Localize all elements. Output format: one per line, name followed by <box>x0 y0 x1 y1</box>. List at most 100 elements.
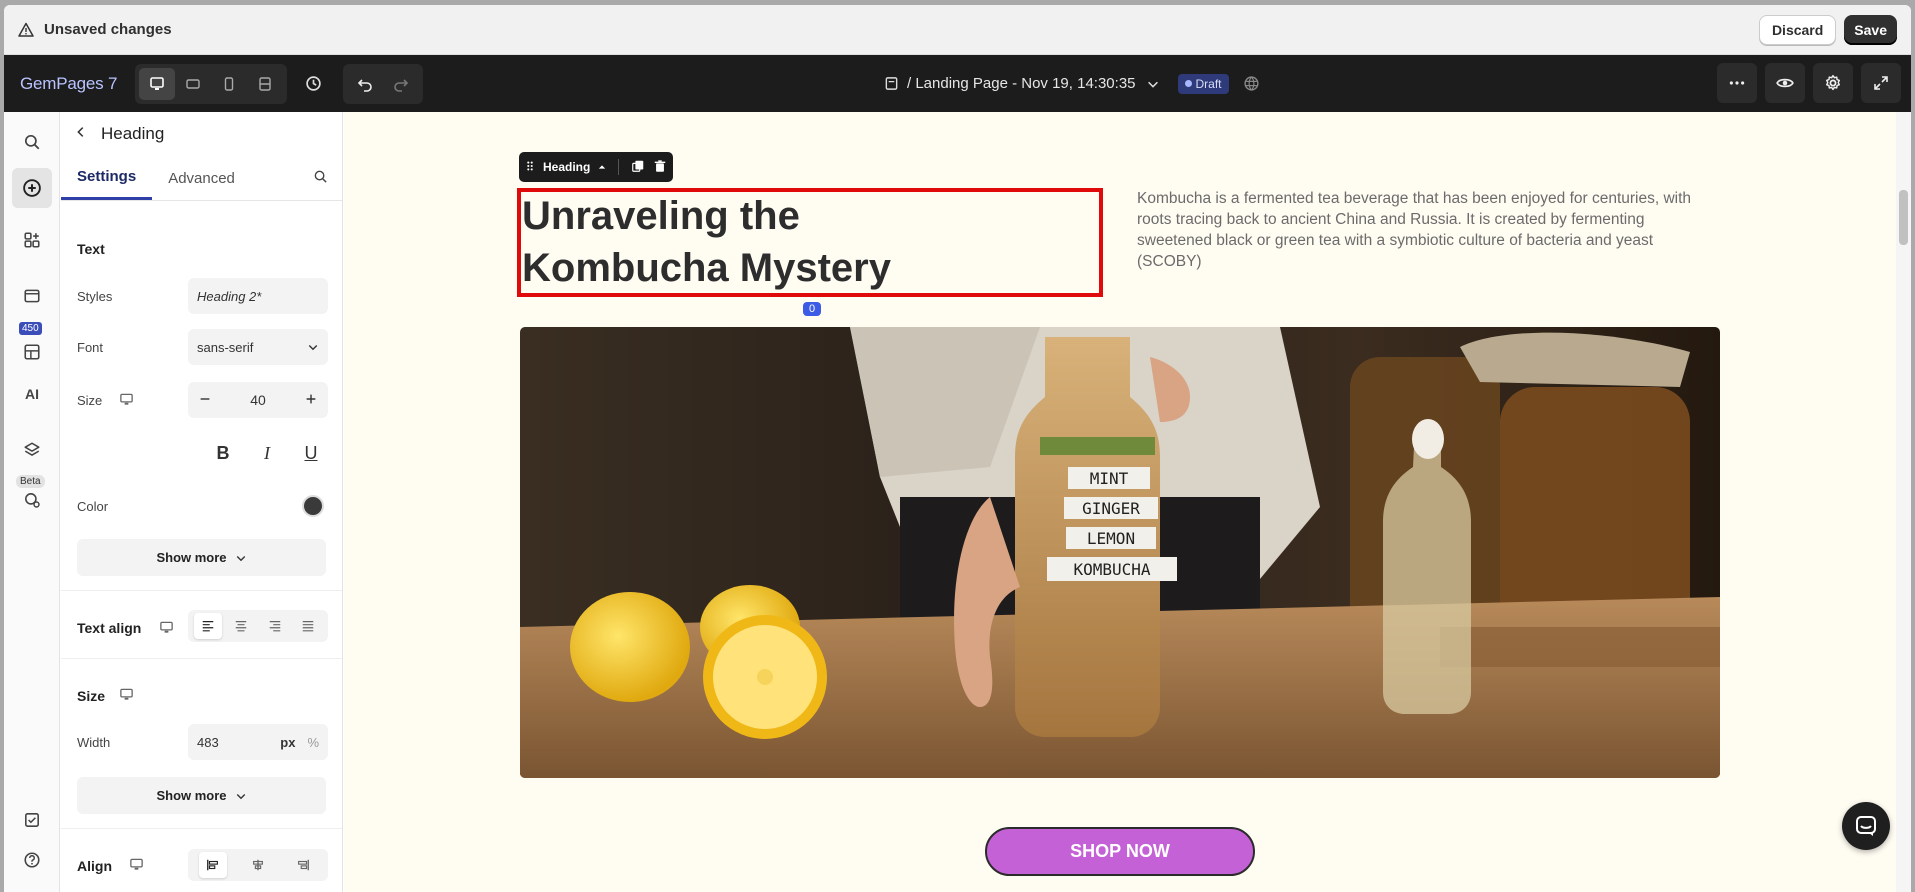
preview-eye-icon[interactable] <box>1765 63 1805 103</box>
chevron-down-icon <box>308 345 318 351</box>
page-canvas: Heading Unraveling the Kombucha Mystery … <box>344 112 1896 892</box>
save-button[interactable]: Save <box>1844 14 1897 45</box>
kombucha-hero-image[interactable]: MINT GINGER LEMON KOMBUCHA <box>520 327 1720 778</box>
chat-support-icon[interactable] <box>1842 802 1890 850</box>
show-more-button[interactable]: Show more <box>77 539 326 576</box>
color-swatch[interactable] <box>302 495 324 517</box>
align-element-left-icon[interactable] <box>199 852 228 878</box>
chevron-down-icon <box>1147 81 1158 88</box>
plus-icon[interactable] <box>304 392 318 409</box>
color-label: Color <box>77 499 109 514</box>
unsaved-changes-bar: Unsaved changes Discard Save <box>4 5 1911 55</box>
back-chevron-icon[interactable] <box>75 124 87 144</box>
bottle-label-kombucha: KOMBUCHA <box>1073 560 1150 579</box>
device-desktop-icon[interactable] <box>119 687 134 707</box>
width-label: Width <box>77 735 111 750</box>
redo-icon[interactable] <box>383 68 419 100</box>
duplicate-icon[interactable] <box>631 159 645 176</box>
section-title-text-align: Text align <box>77 620 142 636</box>
checklist-icon[interactable] <box>18 806 46 834</box>
page-heading[interactable]: Unraveling the Kombucha Mystery <box>522 190 1082 294</box>
custom-breakpoint-icon[interactable] <box>247 68 283 100</box>
add-element-icon[interactable] <box>12 168 52 208</box>
settings-gear-icon[interactable] <box>1813 63 1853 103</box>
canvas-scrollbar-thumb[interactable] <box>1899 190 1908 245</box>
unit-percent-toggle[interactable]: % <box>307 735 319 750</box>
tablet-landscape-view-icon[interactable] <box>175 68 211 100</box>
page-icon <box>885 77 898 90</box>
mobile-view-icon[interactable] <box>211 68 247 100</box>
hero-illustration: MINT GINGER LEMON KOMBUCHA <box>520 327 1720 778</box>
align-justify-icon[interactable] <box>294 613 322 639</box>
delete-icon[interactable] <box>653 159 667 176</box>
ai-icon[interactable]: AI <box>18 380 46 408</box>
device-desktop-icon[interactable] <box>119 392 134 412</box>
help-icon[interactable] <box>18 846 46 874</box>
divider <box>61 658 342 659</box>
settings-panel: Heading Settings Advanced Text Styles He… <box>61 112 343 892</box>
translate-icon[interactable] <box>1243 75 1260 92</box>
divider <box>61 828 342 829</box>
align-element-center-icon[interactable] <box>244 852 272 878</box>
tab-advanced[interactable]: Advanced <box>152 156 251 200</box>
element-toolbar: Heading <box>519 152 674 182</box>
styles-value: Heading 2* <box>197 288 262 304</box>
align-center-icon[interactable] <box>227 613 255 639</box>
element-align-group <box>188 849 328 881</box>
device-desktop-icon[interactable] <box>159 620 174 640</box>
undo-redo-group <box>343 63 423 104</box>
search-icon[interactable] <box>18 128 46 156</box>
more-options-icon[interactable] <box>1717 63 1757 103</box>
undo-icon[interactable] <box>347 68 383 100</box>
app-logo[interactable]: GemPages 7 <box>20 74 125 94</box>
font-size-stepper[interactable]: 40 <box>188 382 328 418</box>
heading-line-2: Kombucha Mystery <box>522 246 891 290</box>
align-left-icon[interactable] <box>193 613 222 639</box>
right-tools <box>1717 63 1901 103</box>
bold-icon[interactable]: B <box>210 440 236 466</box>
unsaved-message: Unsaved changes <box>44 21 172 38</box>
width-value[interactable]: 483 <box>197 735 219 750</box>
underline-icon[interactable]: U <box>298 440 324 466</box>
theme-style-icon[interactable] <box>18 486 46 514</box>
element-type-label[interactable]: Heading <box>543 160 590 174</box>
minus-icon[interactable] <box>198 392 212 409</box>
desktop-view-icon[interactable] <box>139 67 175 100</box>
section-title-size: Size <box>77 688 106 704</box>
expand-icon[interactable] <box>1861 63 1901 103</box>
device-switcher <box>135 63 287 104</box>
font-select[interactable]: sans-serif <box>188 329 328 365</box>
panel-tabs: Settings Advanced <box>61 156 342 201</box>
drag-handle-icon[interactable] <box>525 160 535 175</box>
discard-button[interactable]: Discard <box>1758 14 1837 45</box>
library-icon[interactable] <box>18 338 46 366</box>
align-right-icon[interactable] <box>261 613 289 639</box>
bottle-label-lemon: LEMON <box>1087 529 1135 548</box>
left-icon-rail: 450 AI Beta <box>4 112 60 892</box>
section-title-align: Align <box>77 858 112 874</box>
history-icon[interactable] <box>293 64 333 104</box>
divider <box>61 590 342 591</box>
layers-icon[interactable] <box>18 436 46 464</box>
unit-px-toggle[interactable]: px <box>280 735 295 750</box>
pages-icon[interactable] <box>18 282 46 310</box>
caret-up-icon[interactable] <box>598 160 606 174</box>
bottle-label-ginger: GINGER <box>1082 499 1140 518</box>
apps-icon[interactable] <box>18 226 46 254</box>
size-label: Size <box>77 393 103 408</box>
show-more-label: Show more <box>156 550 227 565</box>
styles-select[interactable]: Heading 2* <box>188 278 328 314</box>
show-more-label: Show more <box>156 788 227 803</box>
device-desktop-icon[interactable] <box>129 857 144 877</box>
align-element-right-icon[interactable] <box>289 852 317 878</box>
description-text[interactable]: Kombucha is a fermented tea beverage tha… <box>1137 188 1707 272</box>
tab-settings[interactable]: Settings <box>61 156 153 200</box>
show-more-button[interactable]: Show more <box>77 777 326 814</box>
width-input[interactable]: 483 px % <box>188 724 328 760</box>
shop-now-button[interactable]: SHOP NOW <box>985 827 1255 876</box>
page-selector[interactable]: / Landing Page - Nov 19, 14:30:35 Draft <box>884 55 1260 112</box>
font-size-value[interactable]: 40 <box>250 392 266 408</box>
italic-icon[interactable]: I <box>254 440 280 466</box>
search-icon[interactable] <box>313 169 328 189</box>
panel-title: Heading <box>101 124 165 143</box>
